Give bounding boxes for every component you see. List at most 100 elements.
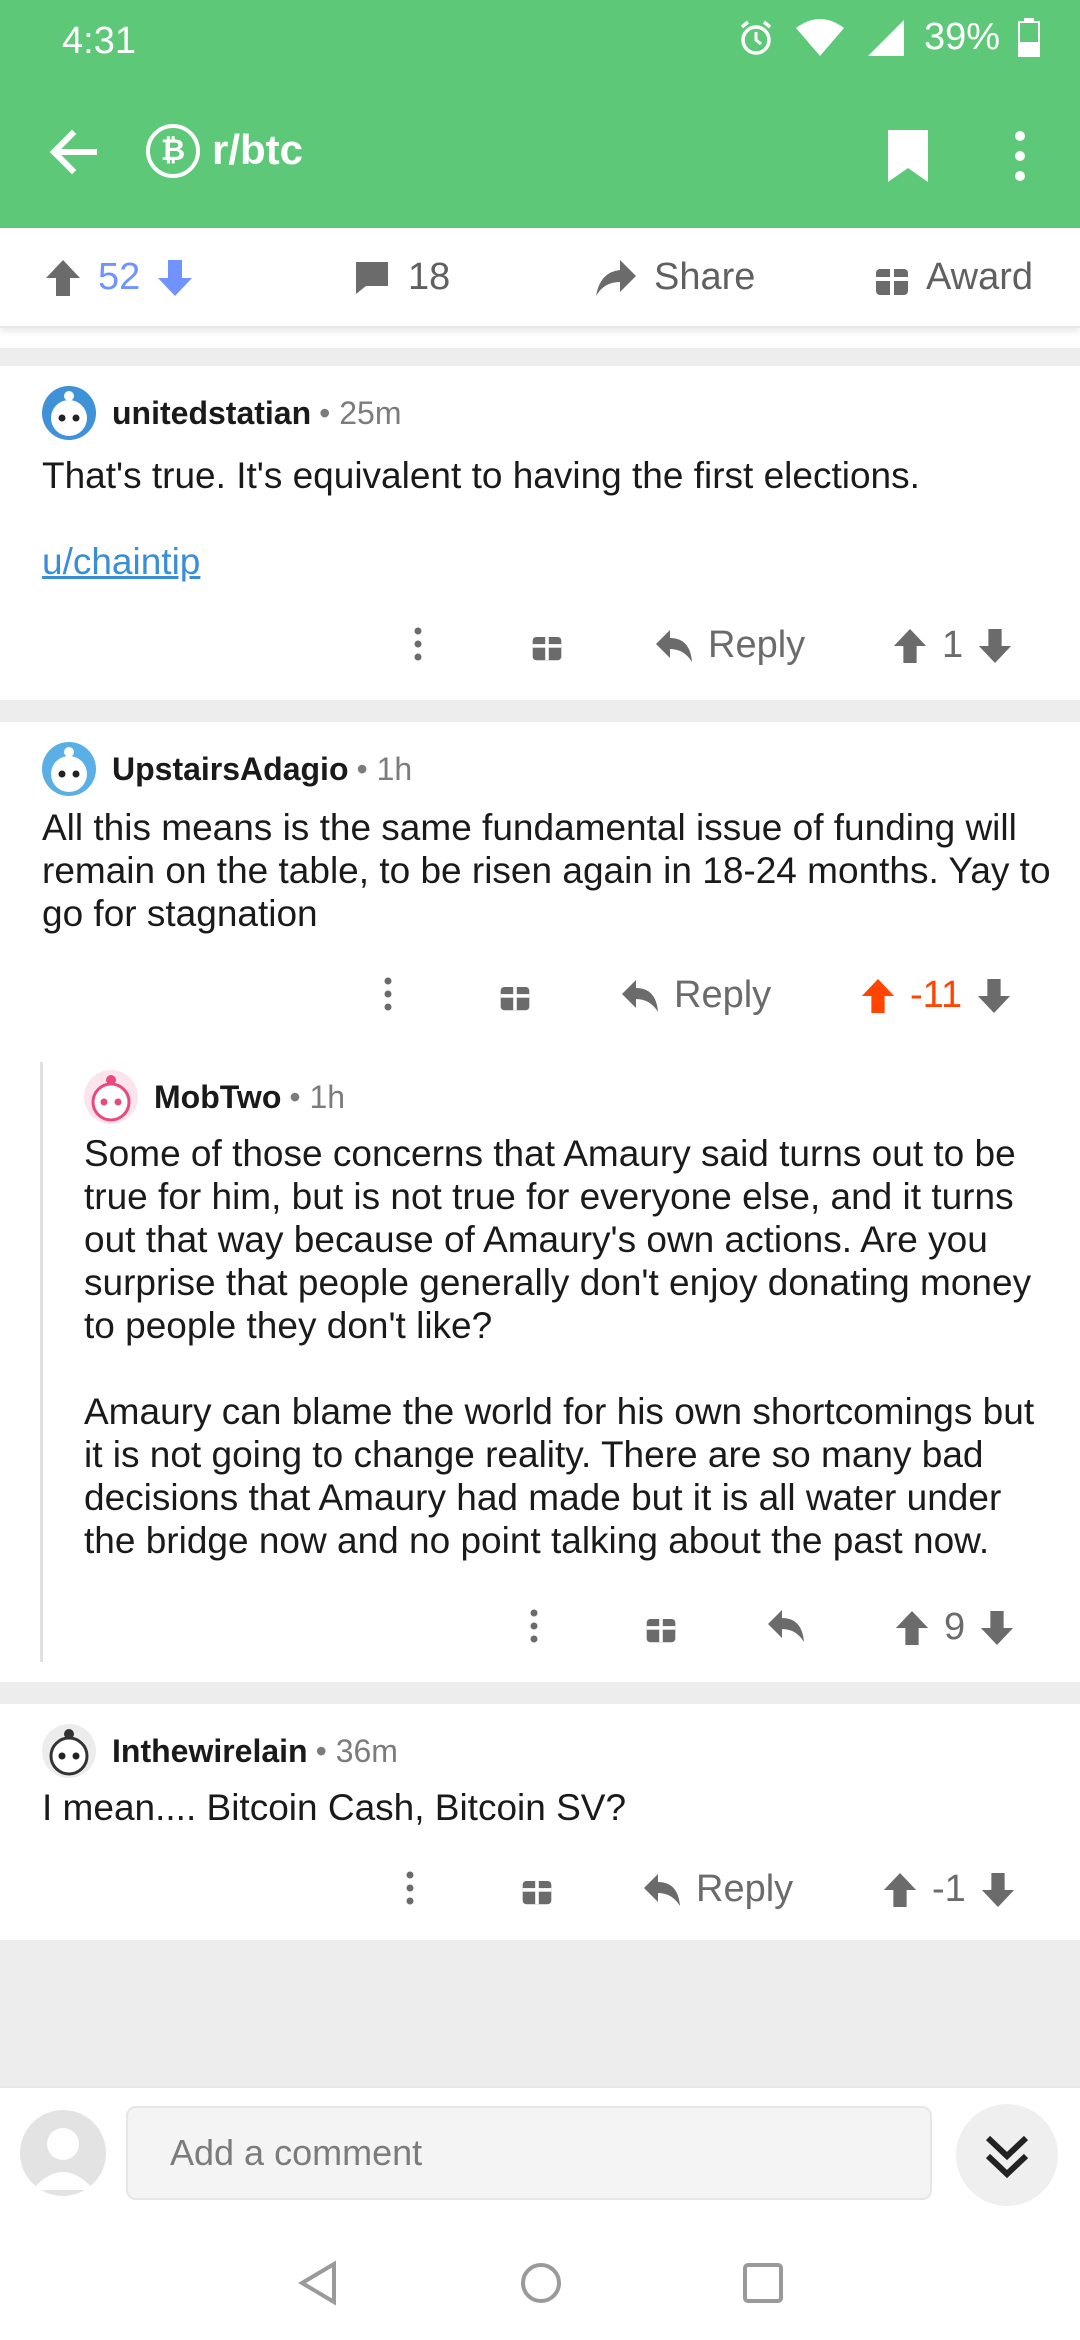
award-icon [522,1875,552,1905]
downvote-icon[interactable] [980,1871,1016,1909]
nav-back-icon[interactable] [296,2260,342,2306]
comment-body: That's true. It's equivalent to having t… [42,454,1042,583]
reply-label: Reply [674,974,772,1016]
app-header: 4:31 39% ₿ r/btc [0,0,1080,228]
reply-label: Reply [696,1868,794,1910]
post-score: 52 [98,256,141,298]
upvote-icon[interactable] [860,977,896,1015]
comment-age: • 1h [289,1078,346,1115]
more-icon [414,627,422,661]
downvote-icon[interactable] [979,1609,1015,1647]
comment-vote: -11 [860,974,1012,1017]
more-button[interactable] [412,626,424,662]
more-button[interactable] [404,1870,416,1906]
snoo-avatar-icon [91,1075,131,1122]
add-comment-input[interactable]: Add a comment [126,2106,932,2200]
reply-button[interactable] [766,1608,806,1644]
downvote-icon[interactable] [156,258,194,298]
comment-link[interactable]: u/chaintip [42,540,1042,583]
snoo-avatar-icon [51,747,87,792]
battery-icon [1018,17,1040,57]
status-time: 4:31 [62,20,136,62]
overflow-menu-icon[interactable] [1010,126,1030,186]
comment-score: -1 [932,1868,966,1910]
comment-age: • 1h [356,750,413,787]
upvote-icon[interactable] [44,258,82,298]
back-arrow-icon[interactable] [44,122,104,182]
age-value: 36m [335,1732,398,1769]
snoo-avatar-icon [51,391,87,436]
award-label: Award [926,256,1034,298]
comment-composer-bar: Add a comment [0,2086,1080,2226]
comment-vote: -1 [882,1868,1016,1911]
status-icons: 39% [736,16,1040,59]
reply-button[interactable]: Reply [620,974,771,1017]
comment-age: • 36m [315,1732,398,1769]
comment-count: 18 [408,256,451,298]
nav-home-icon[interactable] [518,2260,564,2306]
avatar[interactable] [42,1724,96,1778]
award-button[interactable] [498,978,532,1012]
award-button[interactable] [644,1610,678,1644]
reply-icon [656,629,692,662]
age-value: 25m [339,394,402,431]
thread-line[interactable] [40,1062,43,1662]
more-icon [384,977,392,1011]
toolbar: ₿ r/btc [0,100,1080,210]
comment-username[interactable]: unitedstatian [112,395,311,432]
chevron-double-down-icon [985,2135,1029,2179]
avatar[interactable] [42,742,96,796]
nav-recents-icon[interactable] [740,2260,786,2306]
age-value: 1h [309,1078,346,1115]
avatar[interactable] [42,386,96,440]
user-placeholder-icon [32,2128,94,2190]
comment-header: UpstairsAdagio • 1h [42,742,412,796]
award-button[interactable] [530,628,564,662]
more-button[interactable] [528,1608,540,1644]
award-icon [500,981,530,1011]
reply-button[interactable]: Reply [654,624,805,667]
more-button[interactable] [382,976,394,1012]
award-icon [876,262,908,295]
avatar[interactable] [84,1070,138,1124]
upvote-icon[interactable] [894,1609,930,1647]
reply-icon [644,1873,680,1906]
comment-header: Inthewirelain • 36m [42,1724,398,1778]
post-action-bar: 52 18 Share Award [0,228,1080,328]
signal-icon [867,19,904,56]
wifi-icon [795,18,844,56]
user-avatar[interactable] [20,2110,106,2196]
reply-button[interactable]: Reply [642,1868,793,1911]
upvote-icon[interactable] [882,1871,918,1909]
subreddit-title[interactable]: r/btc [212,126,303,174]
award-button[interactable] [520,1872,554,1906]
battery-percent: 39% [923,16,1000,58]
age-value: 1h [376,750,413,787]
downvote-icon[interactable] [976,977,1012,1015]
award-icon [532,631,562,661]
comment-username[interactable]: MobTwo [154,1079,281,1116]
downvote-icon[interactable] [977,627,1013,665]
comment: UpstairsAdagio • 1h All this means is th… [0,722,1080,1682]
reply-icon [622,979,658,1012]
comment-username[interactable]: Inthewirelain [112,1733,308,1770]
comment: unitedstatian • 25m That's true. It's eq… [0,366,1080,700]
bookmark-icon[interactable] [884,128,932,184]
separator [0,700,1080,722]
upvote-icon[interactable] [892,627,928,665]
comment-age: • 25m [319,394,402,431]
bitcoin-icon: ₿ [146,124,200,178]
post-award-button[interactable]: Award [874,256,1033,299]
separator [0,1682,1080,1704]
comment-paragraph: Amaury can blame the world for his own s… [84,1391,1035,1561]
share-label: Share [654,256,756,298]
post-share-button[interactable]: Share [594,256,755,299]
comment-score: -11 [910,974,963,1016]
jump-next-button[interactable] [956,2104,1058,2206]
comment: Inthewirelain • 36m I mean.... Bitcoin C… [0,1704,1080,1940]
post-comments-button[interactable]: 18 [352,256,450,299]
comment-header: unitedstatian • 25m [42,386,401,440]
empty-space [0,1940,1080,2086]
comment-username[interactable]: UpstairsAdagio [112,751,348,788]
snoo-avatar-icon [49,1729,89,1776]
